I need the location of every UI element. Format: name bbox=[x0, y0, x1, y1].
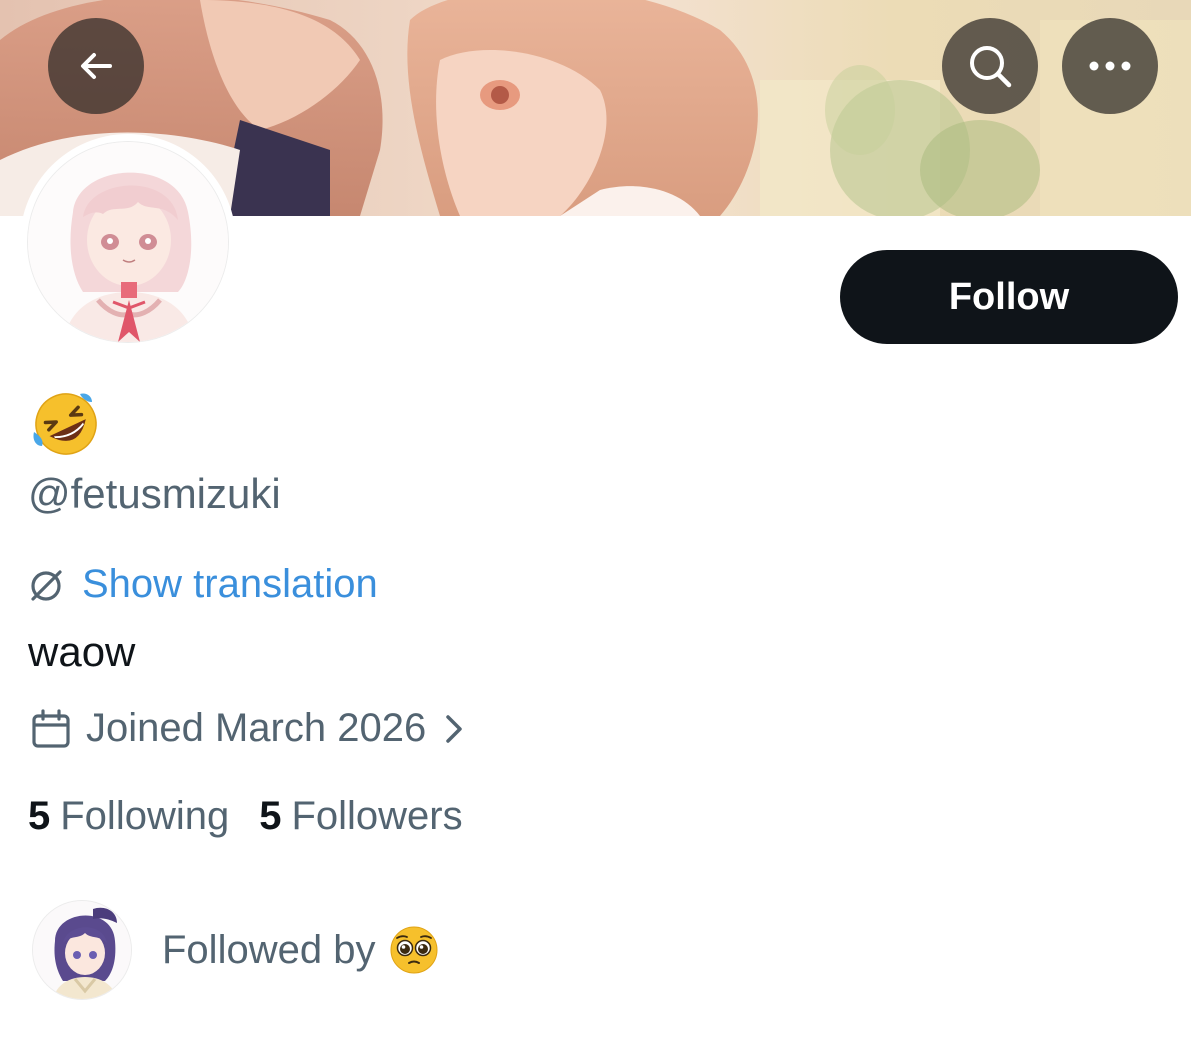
followers-count: 5 bbox=[259, 794, 282, 838]
more-options-button[interactable] bbox=[1062, 18, 1158, 114]
translate-globe-icon bbox=[31, 569, 62, 601]
followed-by-row[interactable]: Followed by bbox=[32, 900, 439, 1000]
rolling-on-floor-laughing-emoji bbox=[33, 393, 97, 455]
profile-handle: @fetusmizuki bbox=[28, 470, 281, 517]
arrow-left-icon bbox=[81, 53, 112, 79]
profile-avatar[interactable] bbox=[20, 134, 236, 350]
followers-link[interactable]: 5 Followers bbox=[259, 794, 462, 839]
chevron-right-icon bbox=[446, 714, 462, 743]
display-name bbox=[30, 388, 102, 460]
pleading-face-emoji bbox=[390, 926, 438, 974]
more-dots-icon bbox=[1089, 61, 1131, 71]
show-translation-link[interactable]: Show translation bbox=[26, 562, 378, 607]
back-button[interactable] bbox=[48, 18, 144, 114]
follower-avatar bbox=[32, 900, 132, 1000]
show-translation-label: Show translation bbox=[82, 562, 378, 606]
calendar-icon bbox=[32, 708, 70, 748]
following-count: 5 bbox=[28, 794, 51, 838]
profile-bio: waow bbox=[28, 628, 136, 675]
following-label: Following bbox=[60, 794, 230, 838]
follow-stats: 5 Following 5 Followers bbox=[28, 794, 463, 839]
joined-date-label: Joined March 2026 bbox=[86, 706, 427, 750]
following-link[interactable]: 5 Following bbox=[28, 794, 229, 839]
followers-label: Followers bbox=[291, 794, 463, 838]
follow-button[interactable]: Follow bbox=[840, 250, 1178, 344]
followed-by-label: Followed by bbox=[162, 927, 376, 972]
avatar-image bbox=[27, 141, 229, 343]
search-button[interactable] bbox=[942, 18, 1038, 114]
joined-date-row[interactable]: Joined March 2026 bbox=[30, 706, 468, 751]
search-icon bbox=[970, 46, 1012, 88]
